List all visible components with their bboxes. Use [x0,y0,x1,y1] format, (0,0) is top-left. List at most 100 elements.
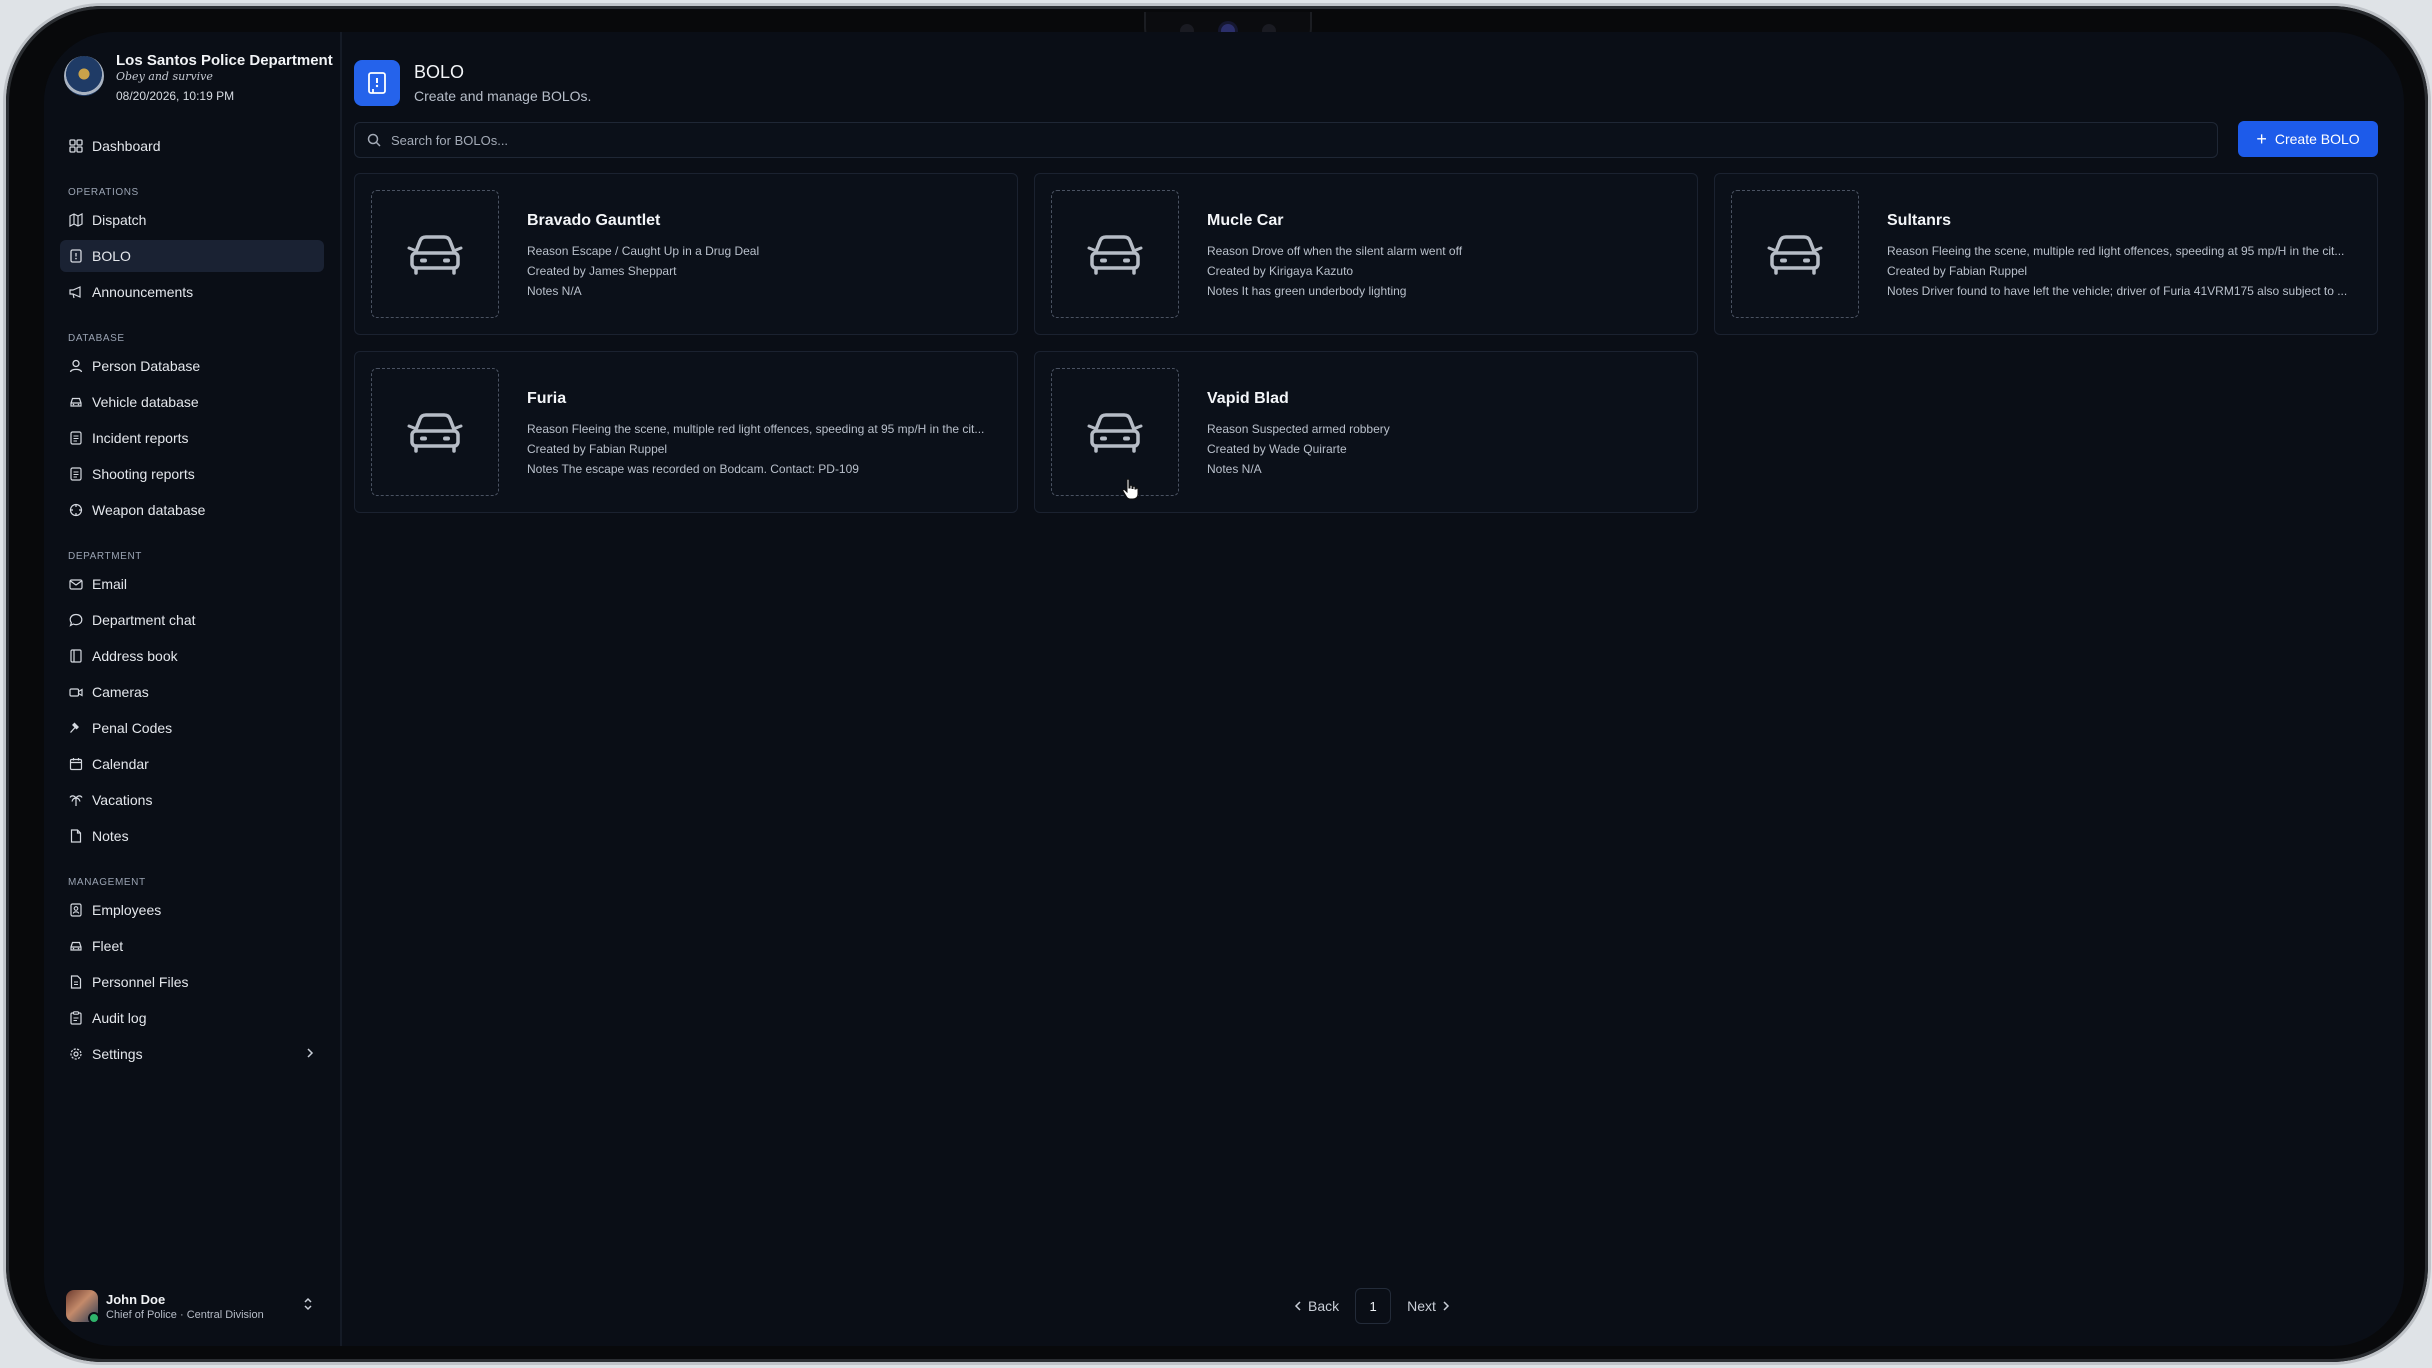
user-menu[interactable]: John Doe Chief of Police · Central Divis… [66,1286,322,1326]
sidebar-item-label: Fleet [92,938,124,954]
chevron-right-icon [306,1046,314,1062]
sidebar-item-dashboard[interactable]: Dashboard [60,130,324,162]
vehicle-image-placeholder[interactable] [371,190,499,318]
sidebar-item-notes[interactable]: Notes [60,820,324,852]
chevron-up-down-icon [302,1296,314,1317]
car-icon [1087,232,1143,276]
book-icon [68,648,84,664]
org-motto: Obey and survive [116,70,213,83]
sidebar-item-label: Penal Codes [92,720,173,736]
bolo-reason: Reason Fleeing the scene, multiple red l… [1887,244,2345,258]
sidebar-item-bolo[interactable]: BOLO [60,240,324,272]
bolo-reason: Reason Fleeing the scene, multiple red l… [527,422,985,436]
user-role: Chief of Police · Central Division [106,1308,264,1321]
sidebar: Los Santos Police Department Obey and su… [44,32,342,1346]
org-header: Los Santos Police Department Obey and su… [64,52,333,103]
palm-tree-icon [68,792,84,808]
bolo-title: Bravado Gauntlet [527,212,661,229]
sidebar-item-department-chat[interactable]: Department chat [60,604,324,636]
megaphone-icon [68,284,84,300]
file-icon [68,974,84,990]
vehicle-image-placeholder[interactable] [1051,190,1179,318]
department-logo [64,56,104,96]
plus-icon: + [2256,129,2267,149]
sidebar-item-label: Vehicle database [92,394,199,410]
map-icon [68,212,84,228]
sidebar-item-address-book[interactable]: Address book [60,640,324,672]
bolo-notes: Notes Driver found to have left the vehi… [1887,284,2348,298]
avatar [66,1290,100,1324]
sidebar-item-fleet[interactable]: Fleet [60,930,324,962]
bolo-card[interactable]: Bravado Gauntlet Reason Escape / Caught U… [354,173,1018,335]
car-icon [407,410,463,454]
chevron-right-icon [1442,1300,1450,1312]
sidebar-item-label: BOLO [92,248,131,264]
bolo-notes: Notes It has green underbody lighting [1207,284,1407,298]
bolo-card[interactable]: Furia Reason Fleeing the scene, multiple … [354,351,1018,513]
car-icon [1767,232,1823,276]
sidebar-item-label: Dispatch [92,212,147,228]
sidebar-item-cameras[interactable]: Cameras [60,676,324,708]
sidebar-section-heading: MANAGEMENT [68,877,146,888]
vehicle-image-placeholder[interactable] [371,368,499,496]
sidebar-item-label: Dashboard [92,138,161,154]
sidebar-item-label: Notes [92,828,129,844]
page-subtitle: Create and manage BOLOs. [414,88,592,104]
chevron-left-icon [1294,1300,1302,1312]
pagination-back-label: Back [1308,1298,1340,1314]
bolo-card[interactable]: Sultanrs Reason Fleeing the scene, multip… [1714,173,2378,335]
sidebar-item-weapon-database[interactable]: Weapon database [60,494,324,526]
sidebar-item-label: Person Database [92,358,201,374]
vehicle-image-placeholder[interactable] [1051,368,1179,496]
sidebar-item-settings[interactable]: Settings [60,1038,324,1070]
gear-icon [68,1046,84,1062]
bolo-title: Vapid Blad [1207,390,1289,407]
bolo-notes: Notes N/A [527,284,582,298]
create-bolo-button[interactable]: + Create BOLO [2238,121,2378,157]
report-icon [68,430,84,446]
sidebar-item-label: Department chat [92,612,196,628]
bolo-title: Sultanrs [1887,212,1952,229]
org-name: Los Santos Police Department [116,52,333,69]
sidebar-item-label: Address book [92,648,178,664]
sidebar-item-label: Weapon database [92,502,206,518]
search-bar [354,122,2218,158]
car-icon [68,394,84,410]
sidebar-item-vehicle-database[interactable]: Vehicle database [60,386,324,418]
sidebar-item-person-database[interactable]: Person Database [60,350,324,382]
create-bolo-label: Create BOLO [2274,131,2360,147]
bolo-reason: Reason Suspected armed robbery [1207,422,1390,436]
sidebar-item-audit-log[interactable]: Audit log [60,1002,324,1034]
sidebar-item-dispatch[interactable]: Dispatch [60,204,324,236]
vehicle-image-placeholder[interactable] [1731,190,1859,318]
pagination: Back 1 Next [340,1288,2404,1324]
bolo-created-by: Created by Kirigaya Kazuto [1207,264,1354,278]
sidebar-item-personnel-files[interactable]: Personnel Files [60,966,324,998]
bolo-created-by: Created by James Sheppart [527,264,677,278]
sidebar-item-employees[interactable]: Employees [60,894,324,926]
sidebar-item-incident-reports[interactable]: Incident reports [60,422,324,454]
sidebar-item-label: Email [92,576,128,592]
sidebar-item-label: Calendar [92,756,149,772]
bolo-reason: Reason Escape / Caught Up in a Drug Deal [527,244,760,258]
bolo-card[interactable]: Mucle Car Reason Drove off when the silen… [1034,173,1698,335]
sidebar-item-penal-codes[interactable]: Penal Codes [60,712,324,744]
sidebar-item-label: Shooting reports [92,466,195,482]
car-icon [68,938,84,954]
user-name: John Doe [106,1291,166,1307]
pagination-back-button[interactable]: Back [1294,1298,1339,1314]
crosshair-icon [68,502,84,518]
sidebar-item-shooting-reports[interactable]: Shooting reports [60,458,324,490]
bolo-title: Furia [527,390,567,407]
search-input[interactable] [389,131,2173,149]
sidebar-item-announcements[interactable]: Announcements [60,276,324,308]
sidebar-item-vacations[interactable]: Vacations [60,784,324,816]
bolo-icon [68,248,84,264]
sidebar-item-email[interactable]: Email [60,568,324,600]
bolo-notes: Notes The escape was recorded on Bodcam.… [527,462,859,476]
bolo-created-by: Created by Wade Quirarte [1207,442,1347,456]
sidebar-item-calendar[interactable]: Calendar [60,748,324,780]
app-screen: Los Santos Police Department Obey and su… [44,32,2404,1346]
pagination-page-1[interactable]: 1 [1355,1288,1392,1324]
pagination-next-button[interactable]: Next [1407,1298,1450,1314]
